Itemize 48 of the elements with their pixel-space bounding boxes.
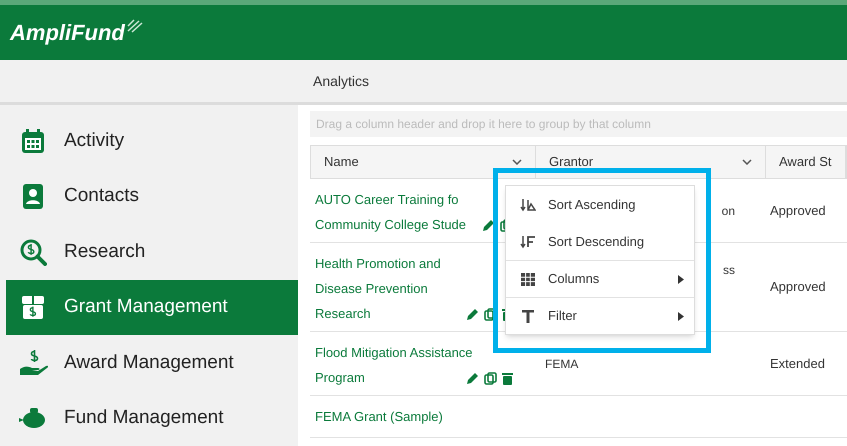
trash-icon[interactable]	[502, 372, 513, 385]
chevron-down-icon[interactable]	[512, 159, 522, 165]
hand-dollar-icon	[18, 348, 48, 377]
sidebar-label: Research	[64, 240, 146, 264]
column-header[interactable]: Grantor	[536, 146, 766, 178]
sidebar-label: Activity	[64, 128, 124, 152]
page-title: Analytics	[313, 72, 370, 91]
pencil-icon[interactable]	[466, 308, 479, 321]
grant-name-link[interactable]: FEMA Grant (Sample)	[315, 404, 527, 429]
award-status-cell-text: Approved	[770, 278, 826, 296]
sidebar-label: Fund Management	[64, 406, 224, 430]
column-header[interactable]: Award St	[766, 146, 846, 178]
sidebar-item[interactable]: Contacts	[6, 168, 298, 224]
piggy-bank-icon	[18, 407, 48, 430]
sort-ascending-icon	[520, 198, 536, 212]
menu-item[interactable]: Sort Descending	[506, 223, 694, 260]
grantor-cell-text: ss	[723, 262, 735, 279]
pencil-icon[interactable]	[466, 372, 479, 385]
column-header[interactable]: Name	[311, 146, 536, 178]
gift-box-icon	[19, 293, 47, 322]
copy-icon[interactable]	[484, 372, 497, 385]
pencil-icon[interactable]	[482, 219, 495, 232]
sidebar-item[interactable]: Grant Management	[6, 280, 298, 335]
grid-icon	[521, 272, 535, 286]
sidebar-label: Contacts	[64, 184, 139, 208]
group-drop-zone: Drag a column header and drop it here to group by that column	[310, 111, 847, 137]
sidebar-item[interactable]: Award Management	[6, 335, 298, 390]
menu-item[interactable]: Filter	[506, 297, 694, 334]
magnifier-dollar-icon	[19, 238, 47, 266]
sort-descending-icon	[520, 234, 536, 248]
grantor-cell-text: FEMA	[545, 356, 578, 372]
sidebar-label: Award Management	[64, 350, 234, 374]
menu-item[interactable]: Sort Ascending	[506, 186, 694, 223]
filter-icon	[522, 310, 534, 322]
award-status-cell-text: Extended	[770, 354, 825, 373]
sidebar-item[interactable]: Activity	[6, 113, 298, 168]
grant-name-link[interactable]: Flood Mitigation Assistance	[315, 340, 527, 365]
chevron-down-icon[interactable]	[742, 159, 752, 165]
award-status-cell-text: Approved	[770, 202, 826, 220]
sidebar-item[interactable]: Fund Management	[6, 390, 298, 446]
sparkle-icon	[126, 18, 143, 32]
menu-item[interactable]: Columns	[506, 260, 694, 297]
grantor-cell-text: on	[722, 202, 735, 220]
sidebar-item[interactable]: Research	[6, 224, 298, 280]
grant-name-link[interactable]: Program	[315, 365, 527, 390]
brand-logo[interactable]: AmpliFund	[10, 16, 125, 49]
sidebar-label: Grant Management	[64, 295, 228, 319]
calendar-icon	[19, 126, 47, 155]
